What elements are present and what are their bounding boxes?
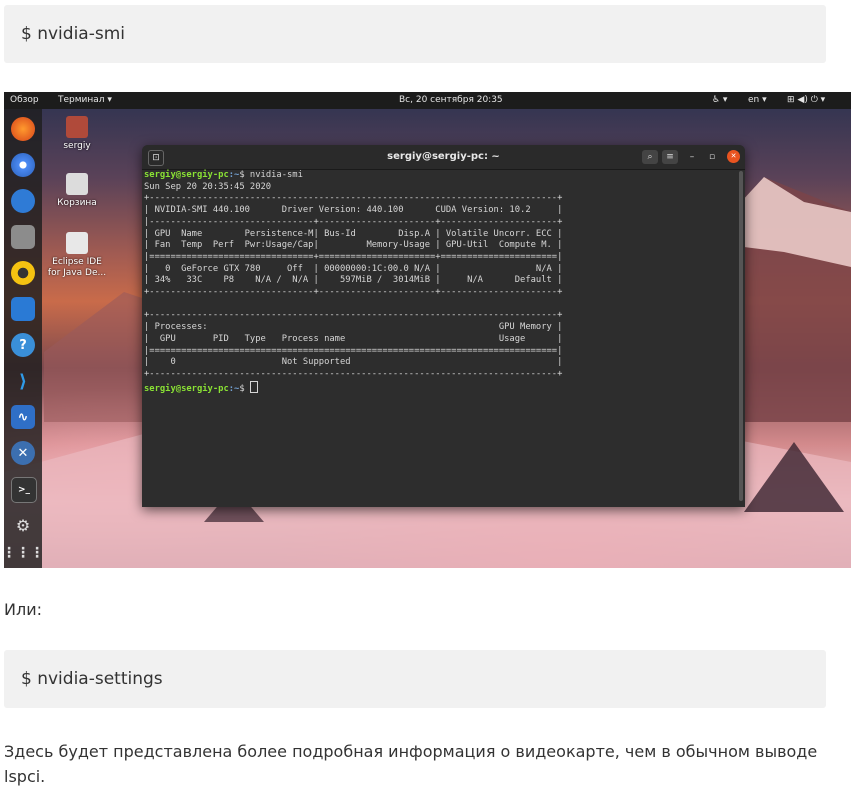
final-prompt: sergiy@sergiy-pc:~$ [144,380,736,396]
x-app-icon[interactable]: ✕ [11,441,35,465]
desktop-icon-eclipse-label: Eclipse IDE [52,257,102,267]
dock: ? ⟩ ∿ ✕ >_ ⚙ ⋮⋮⋮ [4,109,44,568]
activities-button[interactable]: Обзор [10,95,39,105]
language-switcher[interactable]: en ▾ [748,95,767,105]
final-prompt-path: :~ [228,383,240,394]
system-monitor-icon[interactable]: ∿ [11,405,35,429]
help-icon[interactable]: ? [11,333,35,357]
prompt-path: :~ [228,170,240,180]
desktop-icon-trash-label: Корзина [57,198,97,208]
final-prompt-dollar: $ [239,383,250,394]
clock[interactable]: Вс, 20 сентября 20:35 [399,95,503,105]
top-bar: Обзор Терминал ▾ Вс, 20 сентября 20:35 ♿… [4,92,851,109]
terminal-icon[interactable]: >_ [11,477,37,503]
rhythmbox-icon[interactable] [11,261,35,285]
app-grid-icon[interactable]: ⋮⋮⋮ [4,541,44,565]
text-cursor [249,380,258,393]
prompt-command: $ nvidia-smi [239,170,303,180]
firefox-icon[interactable] [11,117,35,141]
writer-icon[interactable] [11,297,35,321]
nvidia-smi-output: Sun Sep 20 20:35:45 2020 +--------------… [144,181,563,379]
terminal-header-bar[interactable]: ⊡ sergiy@sergiy-pc: ~ ⌕ ≡ – ▫ ✕ [142,145,745,170]
search-icon[interactable]: ⌕ [642,150,658,164]
home-folder-icon [66,116,88,138]
command-line: sergiy@sergiy-pc:~$ nvidia-smi [144,170,736,182]
code-block-nvidia-smi: $ nvidia-smi [4,5,826,63]
thunderbird-icon[interactable] [11,189,35,213]
chromium-icon[interactable] [11,153,35,177]
desktop-icon-home-label: sergiy [63,141,91,151]
code-block-nvidia-settings: $ nvidia-settings [4,650,826,708]
description-text: Здесь будет представлена более подробная… [4,742,818,786]
desktop-icon-eclipse[interactable]: Eclipse IDE for Java De... [42,232,112,279]
prompt-user: sergiy@sergiy-pc [144,170,229,180]
desktop-icon-home[interactable]: sergiy [42,116,112,152]
terminal-window[interactable]: ⊡ sergiy@sergiy-pc: ~ ⌕ ≡ – ▫ ✕ sergiy@s… [142,145,745,507]
close-button[interactable]: ✕ [727,150,740,163]
final-prompt-user: sergiy@sergiy-pc [144,383,229,394]
or-text: Или: [4,600,42,619]
desktop-icon-trash[interactable]: Корзина [42,173,112,209]
trash-icon [66,173,88,195]
files-icon[interactable] [11,225,35,249]
maximize-button[interactable]: ▫ [706,150,718,164]
terminal-output[interactable]: sergiy@sergiy-pc:~$ nvidia-smi Sun Sep 2… [144,170,736,504]
settings-icon[interactable]: ⚙ [11,513,35,537]
vscode-icon[interactable]: ⟩ [11,369,35,393]
accessibility-menu[interactable]: ♿ ▾ [712,95,727,105]
desktop-icon-eclipse-label-2: for Java De... [47,268,107,278]
desktop-screenshot: Обзор Терминал ▾ Вс, 20 сентября 20:35 ♿… [4,92,851,568]
terminal-scrollbar[interactable] [739,171,743,501]
system-status-menu[interactable]: ⊞ ◀) ⏻ ▾ [787,95,825,105]
menu-icon[interactable]: ≡ [662,150,678,164]
minimize-button[interactable]: – [686,150,698,164]
app-menu-terminal[interactable]: Терминал ▾ [58,95,112,105]
eclipse-icon [66,232,88,254]
